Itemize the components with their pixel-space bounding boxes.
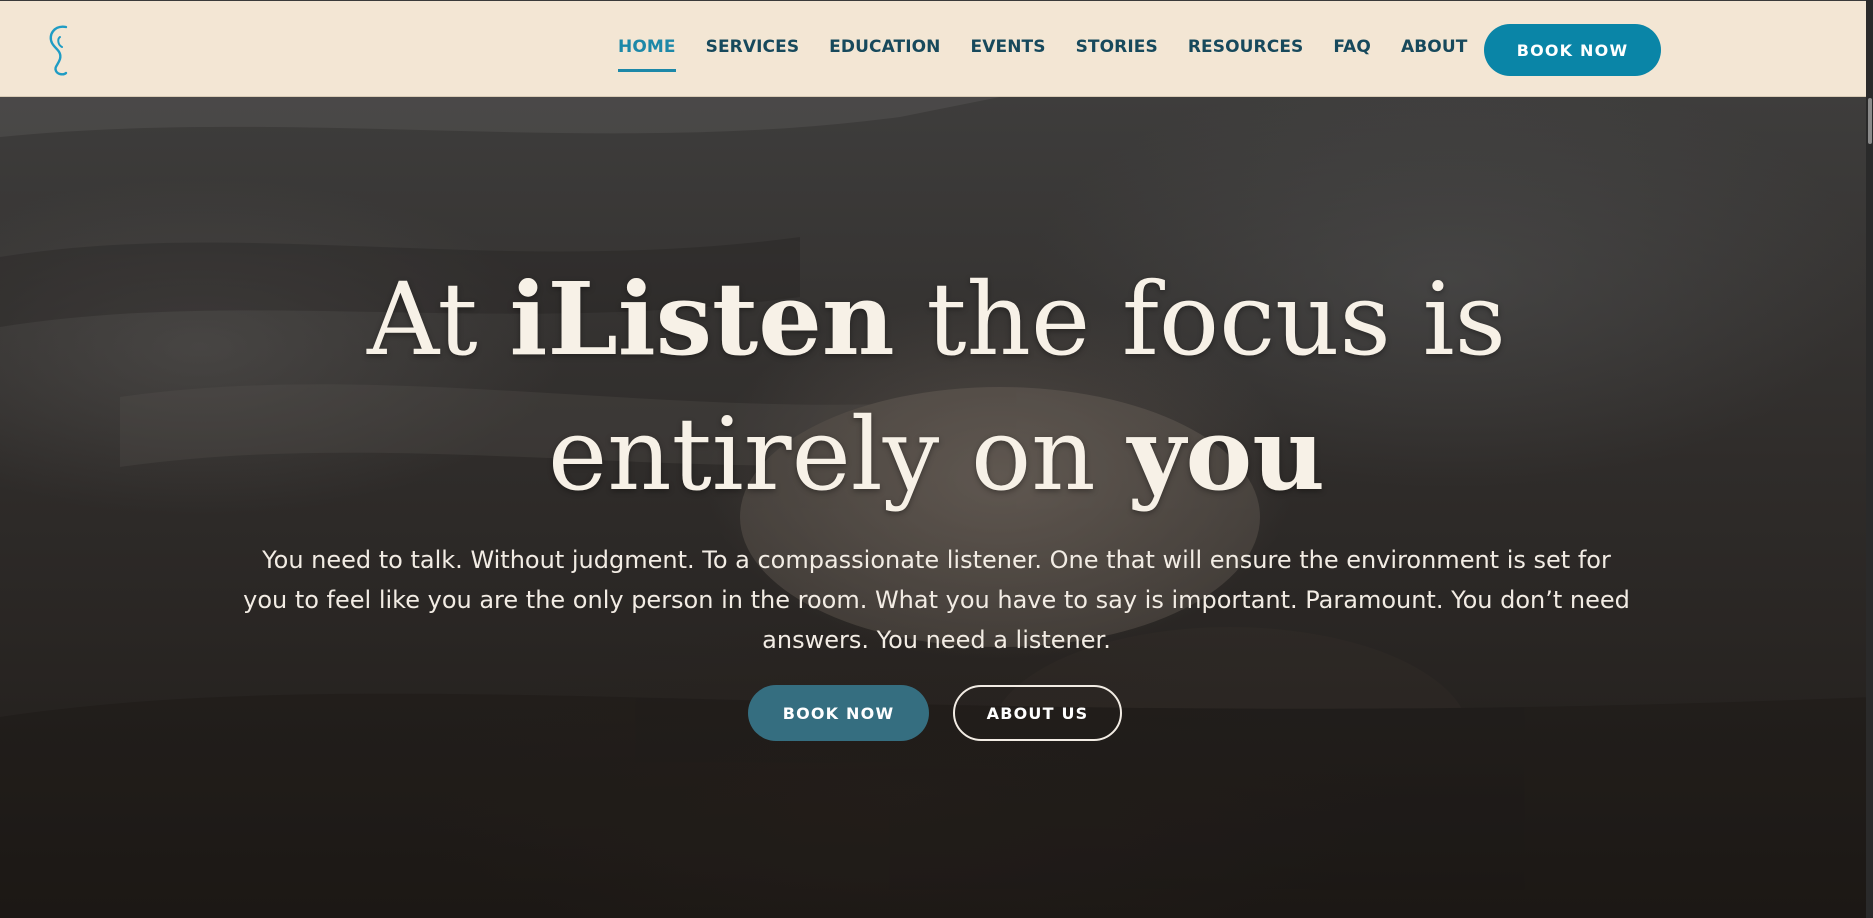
- hero-book-now-button[interactable]: BOOK NOW: [748, 685, 929, 741]
- headline-text: At: [367, 261, 510, 378]
- nav-resources[interactable]: RESOURCES: [1188, 37, 1304, 69]
- headline-text: entirely on: [548, 396, 1128, 513]
- headline-brand: iListen: [509, 260, 895, 378]
- nav-faq[interactable]: FAQ: [1333, 37, 1371, 69]
- nav-services[interactable]: SERVICES: [706, 37, 800, 69]
- nav-events[interactable]: EVENTS: [971, 37, 1046, 69]
- nav-home[interactable]: HOME: [618, 37, 676, 72]
- headline-text: the focus is: [894, 261, 1506, 378]
- ear-logo-icon[interactable]: [44, 21, 78, 79]
- hero-subtext: You need to talk. Without judgment. To a…: [243, 546, 1630, 654]
- scrollbar-thumb[interactable]: [1868, 98, 1872, 144]
- nav-stories[interactable]: STORIES: [1076, 37, 1158, 69]
- hero-section: At iListen the focus is entirely on you …: [0, 97, 1873, 918]
- nav-about[interactable]: ABOUT: [1401, 37, 1467, 69]
- header-book-now-button[interactable]: BOOK NOW: [1484, 24, 1661, 76]
- hero-headline: At iListen the focus is entirely on you: [0, 252, 1873, 522]
- nav-education[interactable]: EDUCATION: [829, 37, 940, 69]
- headline-emphasis: you: [1127, 395, 1325, 513]
- hero-about-us-button[interactable]: ABOUT US: [953, 685, 1122, 741]
- site-header: HOME SERVICES EDUCATION EVENTS STORIES R…: [0, 0, 1873, 97]
- main-nav: HOME SERVICES EDUCATION EVENTS STORIES R…: [618, 37, 1497, 72]
